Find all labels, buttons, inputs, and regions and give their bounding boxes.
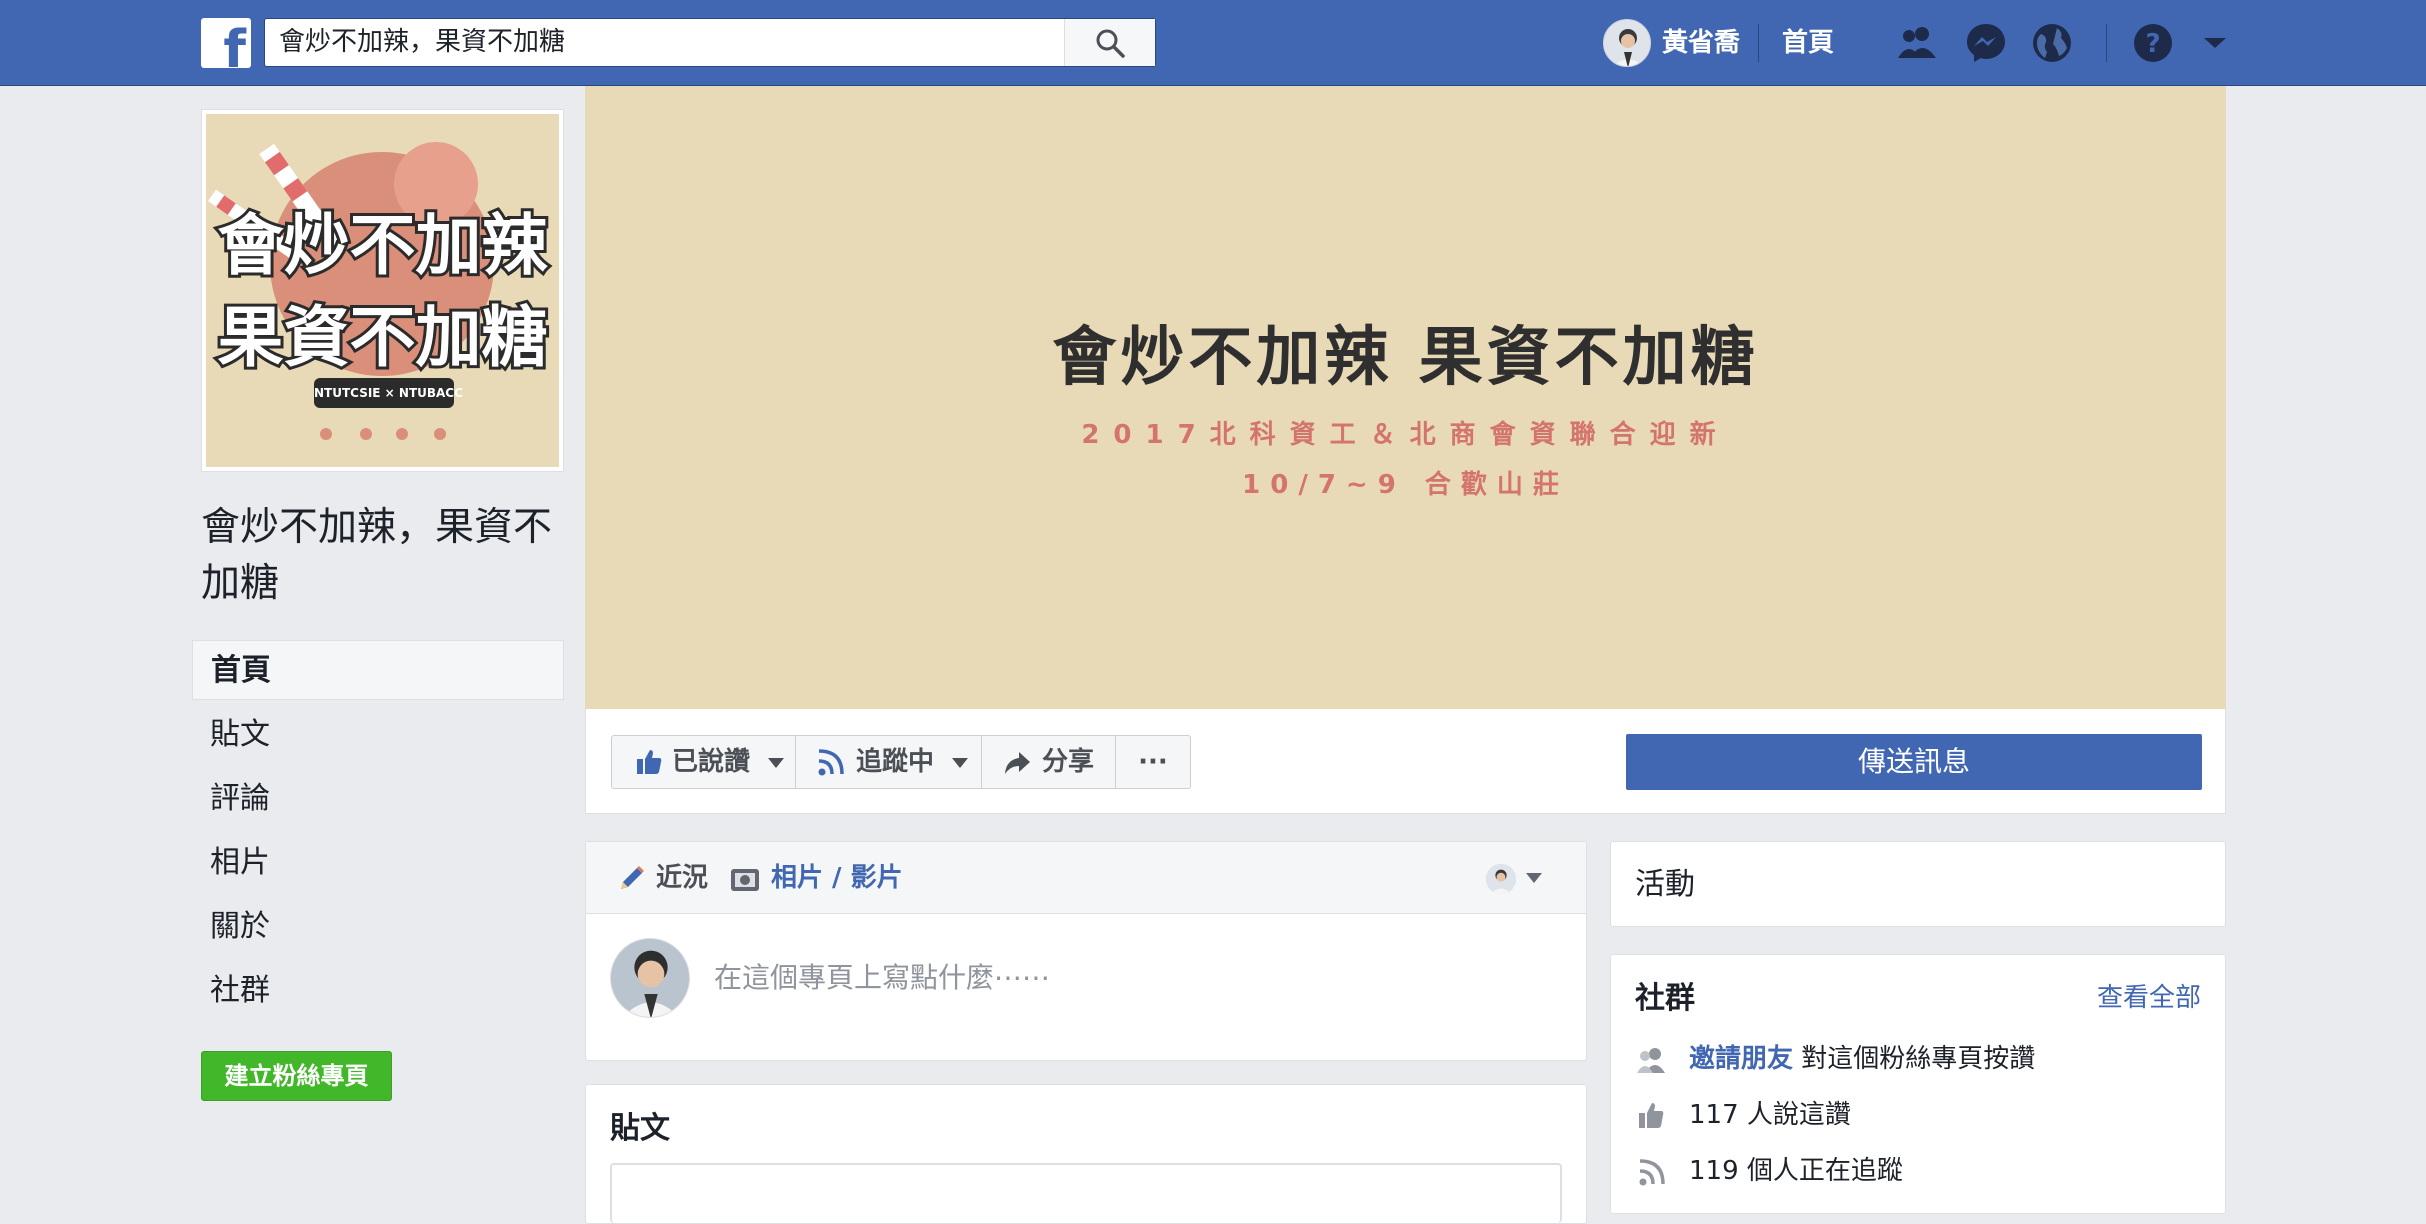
invite-friends-icon xyxy=(1637,1047,1665,1073)
cover-photo[interactable]: 會炒不加辣 果資不加糖 2017北科資工＆北商會資聯合迎新 10/7~9 合歡山… xyxy=(585,86,2226,709)
left-nav-item-community[interactable]: 社群 xyxy=(192,961,564,1021)
tab-status-label: 近況 xyxy=(656,863,709,893)
following-button[interactable]: 追蹤中 xyxy=(795,735,983,789)
user-avatar[interactable] xyxy=(1603,19,1651,67)
community-title: 社群 xyxy=(1635,981,1695,1016)
post-composer: 近況 相片 / 影片 在這個專頁上寫點什麼⋯⋯ xyxy=(585,841,1587,1061)
top-navigation-bar: f 會炒不加辣，果資不加糖 黃省喬 首頁 ? xyxy=(0,0,2426,86)
page-profile-picture[interactable]: 會炒不加辣 果資不加糖 NTUTCSIE × NTUBACC xyxy=(201,109,564,472)
left-nav-item-about[interactable]: 關於 xyxy=(192,897,564,957)
left-nav-item-photos[interactable]: 相片 xyxy=(192,833,564,893)
following-label: 追蹤中 xyxy=(856,747,935,777)
page-action-bar: 已說讚 追蹤中 分享 ··· 傳送訊息 xyxy=(585,709,2226,814)
left-nav-item-reviews[interactable]: 評論 xyxy=(192,769,564,829)
camera-icon xyxy=(731,868,759,891)
events-title: 活動 xyxy=(1635,867,1695,902)
cover-title: 會炒不加辣 果資不加糖 xyxy=(1052,321,1759,395)
tab-photo-video[interactable]: 相片 / 影片 xyxy=(729,858,903,898)
help-icon[interactable]: ? xyxy=(2130,20,2176,66)
home-link[interactable]: 首頁 xyxy=(1782,22,1834,64)
thumbs-up-icon xyxy=(637,750,662,774)
chevron-down-icon xyxy=(768,758,784,768)
chevron-down-icon[interactable] xyxy=(1526,873,1542,883)
dropdown-icon[interactable] xyxy=(2192,20,2238,66)
search-input[interactable]: 會炒不加辣，果資不加糖 xyxy=(279,19,565,66)
profile-logo-tag: NTUTCSIE × NTUBACC xyxy=(314,386,463,400)
messenger-icon[interactable] xyxy=(1963,20,2009,66)
rss-follow-icon xyxy=(818,749,844,776)
globe-icon[interactable] xyxy=(2029,20,2075,66)
posts-title: 貼文 xyxy=(610,1111,670,1146)
followers-count-text: 119 個人正在追蹤 xyxy=(1689,1156,1903,1186)
search-button[interactable] xyxy=(1064,19,1155,66)
more-options-button[interactable]: ··· xyxy=(1115,735,1191,789)
profile-logo-line1: 會炒不加辣 xyxy=(215,204,551,287)
friends-icon[interactable] xyxy=(1894,20,1940,66)
create-page-button[interactable]: 建立粉絲專頁 xyxy=(201,1051,392,1101)
cover-subtitle: 2017北科資工＆北商會資聯合迎新 xyxy=(1081,420,1730,450)
user-name-link[interactable]: 黃省喬 xyxy=(1662,22,1740,64)
chevron-down-icon xyxy=(952,758,968,768)
search-icon xyxy=(1096,29,1125,58)
post-as-avatar[interactable] xyxy=(1486,864,1516,894)
cover-date: 10/7~9 合歡山莊 xyxy=(1242,470,1569,500)
invite-friends-row: 邀請朋友 對這個粉絲專頁按讚 xyxy=(1635,1039,2035,1079)
more-label: ··· xyxy=(1138,747,1168,777)
likes-count-text: 117 人說這讚 xyxy=(1689,1100,1851,1130)
see-all-link[interactable]: 查看全部 xyxy=(2097,977,2201,1014)
invite-friends-link[interactable]: 邀請朋友 xyxy=(1689,1044,1793,1074)
search-bar[interactable]: 會炒不加辣，果資不加糖 xyxy=(264,18,1156,67)
divider xyxy=(1758,24,1759,62)
invite-friends-text: 對這個粉絲專頁按讚 xyxy=(1801,1044,2036,1074)
divider xyxy=(2106,24,2107,62)
liked-button[interactable]: 已說讚 xyxy=(611,735,797,789)
svg-text:?: ? xyxy=(2145,29,2160,59)
tab-photo-label: 相片 / 影片 xyxy=(771,863,903,893)
composer-tabs: 近況 相片 / 影片 xyxy=(586,842,1586,914)
pencil-icon xyxy=(621,865,644,889)
posts-section: 貼文 xyxy=(585,1084,1587,1224)
likes-count-row: 117 人說這讚 xyxy=(1635,1095,1851,1135)
composer-input[interactable]: 在這個專頁上寫點什麼⋯⋯ xyxy=(714,958,1050,998)
post-card xyxy=(610,1163,1562,1223)
profile-logo-image: 會炒不加辣 果資不加糖 NTUTCSIE × NTUBACC xyxy=(206,114,559,467)
tab-status[interactable]: 近況 xyxy=(616,858,708,898)
rss-follow-icon xyxy=(1639,1158,1665,1185)
facebook-logo-icon[interactable]: f xyxy=(201,18,251,68)
left-nav-item-home[interactable]: 首頁 xyxy=(192,640,564,700)
liked-label: 已說讚 xyxy=(672,747,751,777)
followers-count-row: 119 個人正在追蹤 xyxy=(1635,1151,1903,1191)
share-label: 分享 xyxy=(1042,747,1095,777)
share-arrow-icon xyxy=(1005,752,1030,774)
thumbs-up-icon xyxy=(1639,1102,1664,1128)
send-message-button[interactable]: 傳送訊息 xyxy=(1626,734,2202,790)
events-section[interactable]: 活動 xyxy=(1610,841,2226,927)
left-nav-item-posts[interactable]: 貼文 xyxy=(192,705,564,765)
community-section: 社群 查看全部 邀請朋友 對這個粉絲專頁按讚 117 人說這讚 119 個人正在… xyxy=(1610,954,2226,1214)
composer-avatar xyxy=(610,938,690,1018)
profile-logo-line2: 果資不加糖 xyxy=(215,296,551,379)
page-title: 會炒不加辣，果資不加糖 xyxy=(201,505,553,606)
share-button[interactable]: 分享 xyxy=(981,735,1117,789)
